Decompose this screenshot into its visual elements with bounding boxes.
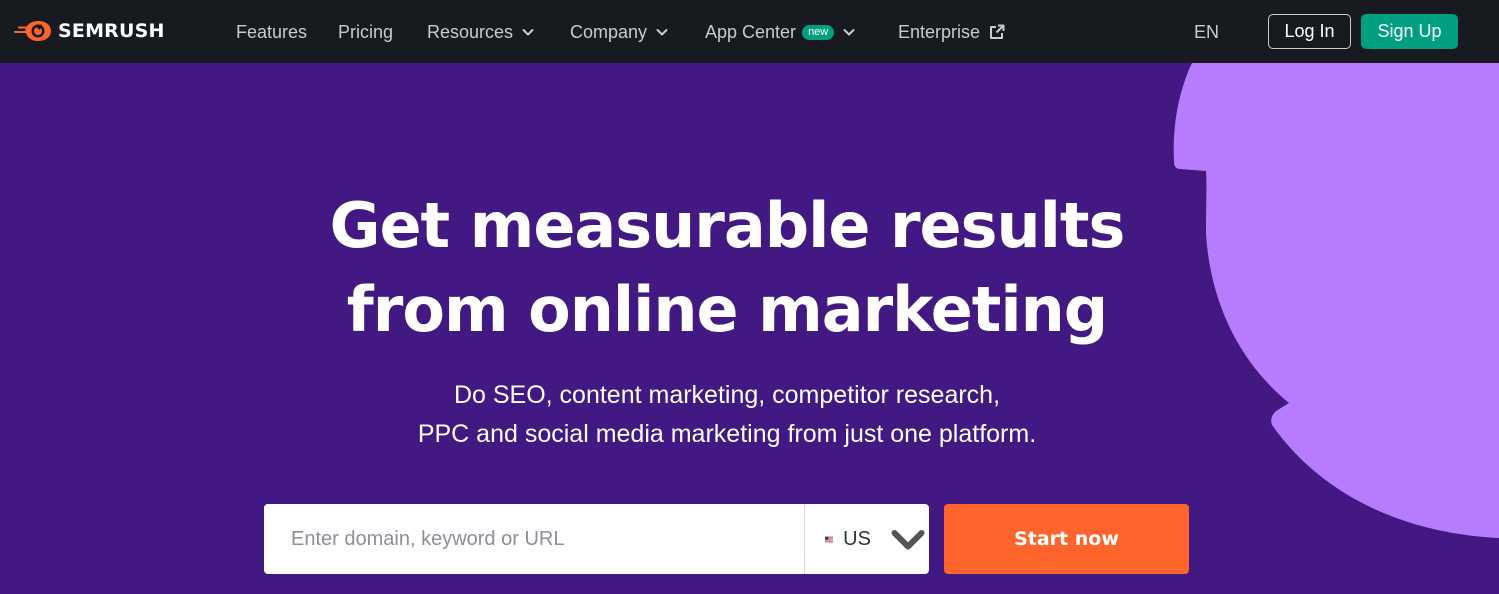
chevron-down-icon bbox=[522, 29, 534, 36]
database-label: US bbox=[843, 527, 871, 550]
hero-title: Get measurable results from online marke… bbox=[0, 184, 1454, 352]
nav-item-company[interactable]: Company bbox=[570, 20, 669, 44]
nav-item-label: Resources bbox=[427, 21, 514, 42]
us-flag-icon bbox=[825, 536, 834, 542]
logo-wordmark: SEMRUSH bbox=[58, 20, 165, 42]
external-link-icon bbox=[990, 24, 1005, 39]
semrush-flame-icon bbox=[14, 21, 51, 41]
nav-item-pricing[interactable]: Pricing bbox=[338, 20, 393, 44]
chevron-down-icon bbox=[656, 29, 668, 36]
sign-up-button[interactable]: Sign Up bbox=[1361, 14, 1458, 49]
new-badge: new bbox=[802, 24, 835, 40]
chevron-down-icon bbox=[891, 529, 925, 550]
nav-item-label: Pricing bbox=[338, 21, 394, 42]
database-select[interactable]: US bbox=[805, 504, 929, 574]
domain-search-form: US bbox=[264, 504, 929, 574]
nav-item-label: Company bbox=[570, 21, 648, 42]
hero-title-line-1: Get measurable results bbox=[329, 189, 1126, 262]
semrush-logo[interactable]: SEMRUSH bbox=[14, 19, 165, 43]
nav-item-label: Features bbox=[236, 21, 308, 42]
log-in-button[interactable]: Log In bbox=[1268, 14, 1351, 49]
top-navigation-bar: SEMRUSH Features Pricing Resources Compa… bbox=[0, 0, 1499, 63]
nav-item-label: App Center bbox=[705, 21, 797, 42]
nav-item-resources[interactable]: Resources bbox=[427, 20, 535, 44]
nav-item-enterprise[interactable]: Enterprise bbox=[898, 20, 1006, 44]
hero-subtitle-line-2: PPC and social media marketing from just… bbox=[417, 420, 1037, 448]
language-selector[interactable]: EN bbox=[1194, 20, 1227, 44]
nav-item-features[interactable]: Features bbox=[236, 20, 307, 44]
nav-item-app-center[interactable]: App Center new bbox=[705, 20, 856, 44]
nav-item-label: Enterprise bbox=[898, 21, 981, 42]
domain-search-input[interactable] bbox=[264, 504, 804, 574]
hero-subtitle-line-1: Do SEO, content marketing, competitor re… bbox=[453, 381, 1001, 409]
start-now-button[interactable]: Start now bbox=[944, 504, 1189, 574]
hero-title-line-2: from online marketing bbox=[346, 273, 1108, 346]
hero-subtitle: Do SEO, content marketing, competitor re… bbox=[0, 376, 1454, 454]
language-label: EN bbox=[1194, 21, 1220, 42]
chevron-down-icon bbox=[843, 29, 855, 36]
